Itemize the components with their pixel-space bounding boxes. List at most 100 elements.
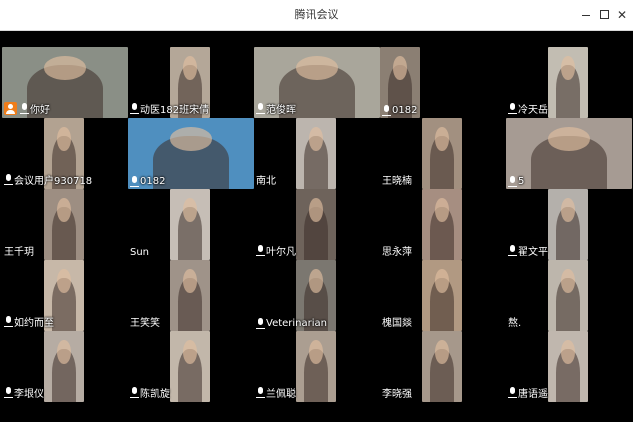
participant-video [422, 189, 462, 260]
participant-video [170, 189, 210, 260]
participant-name: Veterinarian [266, 318, 328, 329]
participant-tile[interactable]: 唐语遥 [506, 331, 632, 402]
participant-tile[interactable]: Veterinarian [254, 260, 380, 331]
participant-name-label: 范俊晖 [256, 101, 296, 116]
participant-name: 叶尔凡 [266, 247, 296, 258]
participant-name: 王笑笑 [130, 318, 160, 329]
minimize-button[interactable] [578, 7, 594, 23]
microphone-icon [382, 105, 391, 116]
participant-tile[interactable]: 如约而至 [2, 260, 128, 331]
participant-tile[interactable]: 冷天岳 [506, 47, 632, 118]
participant-tile[interactable]: 范俊晖 [254, 47, 380, 118]
participant-tile[interactable]: 0182 [128, 118, 254, 189]
participant-tile[interactable]: 你好 [2, 47, 128, 118]
participant-name-label: 5 [508, 176, 524, 187]
participant-name: 思永萍 [382, 247, 412, 258]
participant-name-label: 0182 [130, 176, 165, 187]
microphone-icon [130, 176, 139, 187]
maximize-button[interactable] [596, 7, 612, 23]
participant-name-label: 李晓强 [382, 385, 412, 400]
participant-tile[interactable]: 动医182班宋倩 [128, 47, 254, 118]
participant-name-label: 会议用户930718 [4, 172, 92, 187]
participant-name: 如约而至 [14, 318, 54, 329]
participant-name: 0182 [140, 176, 166, 187]
microphone-icon [256, 245, 265, 256]
participant-name: 你好 [30, 105, 50, 116]
participant-name: 兰佩聪 [266, 389, 296, 400]
participant-video [296, 189, 336, 260]
participant-name-label: 0182 [382, 105, 417, 116]
participant-name: 王千玥 [4, 247, 34, 258]
participant-tile[interactable]: 0182 [380, 47, 506, 118]
participant-name-label: 翟文平 [508, 243, 548, 258]
participant-tile[interactable]: 槐国燚 [380, 260, 506, 331]
participant-tile[interactable]: 南北 [254, 118, 380, 189]
participant-video [296, 118, 336, 189]
participant-name-label: 兰佩聪 [256, 385, 296, 400]
participant-name-label: Sun [130, 247, 149, 258]
participant-name: 李晓强 [382, 389, 412, 400]
participant-tile[interactable]: 熬. [506, 260, 632, 331]
microphone-icon [256, 318, 265, 329]
microphone-icon [508, 245, 517, 256]
participant-name: 5 [518, 176, 525, 187]
participant-name-label: 熬. [508, 314, 521, 329]
close-icon: ✕ [616, 8, 628, 22]
participant-tile[interactable]: 翟文平 [506, 189, 632, 260]
participant-video [506, 118, 632, 189]
title-bar: 腾讯会议 ✕ [0, 0, 633, 31]
participant-name: 范俊晖 [266, 105, 296, 116]
participant-video [548, 260, 588, 331]
close-button[interactable]: ✕ [614, 7, 630, 23]
microphone-icon [508, 176, 517, 187]
participant-tile[interactable]: 叶尔凡 [254, 189, 380, 260]
participant-name-label: 你好 [4, 101, 50, 116]
participant-tile[interactable]: 王笑笑 [128, 260, 254, 331]
microphone-icon [508, 103, 517, 114]
participant-name: 动医182班宋倩 [140, 105, 210, 116]
participant-name-label: 南北 [256, 172, 276, 187]
participant-name-label: Veterinarian [256, 318, 327, 329]
participant-name: 槐国燚 [382, 318, 412, 329]
microphone-icon [4, 316, 13, 327]
participant-name: 0182 [392, 105, 418, 116]
participant-tile[interactable]: 5 [506, 118, 632, 189]
participant-tile[interactable]: 思永萍 [380, 189, 506, 260]
participant-tile[interactable]: 王千玥 [2, 189, 128, 260]
participant-name-label: 冷天岳 [508, 101, 548, 116]
participant-name: 会议用户930718 [14, 176, 93, 187]
participant-name-label: 思永萍 [382, 243, 412, 258]
participant-tile[interactable]: 李垠仪 [2, 331, 128, 402]
microphone-icon [130, 103, 139, 114]
participant-name: 唐语遥 [518, 389, 548, 400]
participant-name: 李垠仪 [14, 389, 44, 400]
participant-video [44, 189, 84, 260]
participant-video [548, 47, 588, 118]
participant-name-label: 李垠仪 [4, 385, 44, 400]
participant-name-label: 动医182班宋倩 [130, 101, 209, 116]
participant-name-label: 王晓楠 [382, 172, 412, 187]
participant-name: 陈凯旋 [140, 389, 170, 400]
participant-name: 熬. [508, 318, 522, 329]
participant-tile[interactable]: 李晓强 [380, 331, 506, 402]
video-grid: 你好 动医182班宋倩 范俊晖 0182 冷天岳会议用户930718 0182 南北 王晓楠 5… [0, 31, 633, 422]
participant-tile[interactable]: Sun [128, 189, 254, 260]
participant-name-label: 唐语遥 [508, 385, 548, 400]
participant-tile[interactable]: 会议用户930718 [2, 118, 128, 189]
participant-video [170, 260, 210, 331]
meeting-window: 腾讯会议 ✕ 你好 动医182班宋倩 范俊晖 0182 冷天岳会议用户930718 018… [0, 0, 633, 422]
participant-name: 翟文平 [518, 247, 548, 258]
participant-video [548, 189, 588, 260]
participant-video [170, 331, 210, 402]
participant-name: Sun [130, 247, 150, 258]
participant-name-label: 如约而至 [4, 314, 54, 329]
window-title: 腾讯会议 [294, 8, 339, 21]
participant-tile[interactable]: 王晓楠 [380, 118, 506, 189]
participant-tile[interactable]: 兰佩聪 [254, 331, 380, 402]
microphone-icon [256, 103, 265, 114]
participant-name: 南北 [256, 176, 276, 187]
participant-name: 冷天岳 [518, 105, 548, 116]
participant-video [44, 331, 84, 402]
microphone-icon [130, 387, 139, 398]
participant-tile[interactable]: 陈凯旋 [128, 331, 254, 402]
